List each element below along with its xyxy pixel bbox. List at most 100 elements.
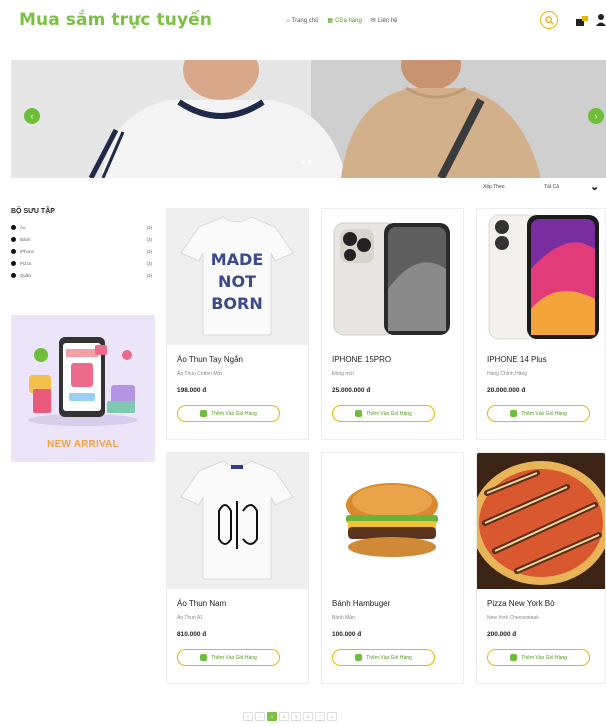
add-to-cart-label: Thêm Vào Giỏ Hàng [366,654,412,661]
category-name: Quần [20,272,32,278]
cart-icon [200,410,208,417]
product-card[interactable]: IPHONE 14 Plus Hàng Chính Hãng 20.000.00… [476,208,606,440]
nav-item-store[interactable]: ▦ Cửa hàng [327,17,362,25]
product-image [322,453,463,589]
add-to-cart-button[interactable]: Thêm Vào Giỏ Hàng [332,649,435,666]
category-name: Áo [20,225,26,231]
pizza-image [477,453,605,589]
product-card[interactable]: MADE NOT BORN Áo Thun Tay Ngắn Áo Thun C… [166,208,309,440]
add-to-cart-button[interactable]: Thêm Vào Giỏ Hàng [177,649,280,666]
product-name[interactable]: Áo Thun Nam [177,599,226,608]
product-desc: New York Cheesesteak [487,615,539,621]
nav-label: Liên hệ [377,17,398,24]
add-to-cart-label: Thêm Vào Giỏ Hàng [366,410,412,417]
category-list: Áo (3) Bánh (3) iPhone (3) Pizza (3) Quầ… [11,222,152,281]
category-count: (3) [146,248,153,254]
add-to-cart-label: Thêm Vào Giỏ Hàng [521,654,567,661]
iphone-image [322,209,463,345]
product-image: MADE NOT BORN [167,209,308,345]
cart-button[interactable] [575,14,589,26]
product-name[interactable]: Pizza New York Bò [487,599,555,608]
tshirt-print-line: BORN [211,294,263,313]
banner-dot[interactable] [301,160,305,164]
bullet-icon [11,225,16,231]
store-icon: ▦ [327,18,334,24]
pagination-page[interactable]: 2 [279,712,289,721]
product-name[interactable]: Bánh Hambuger [332,599,390,608]
product-price: 25.000.000 đ [332,387,371,394]
pagination-prev[interactable]: ‹ [255,712,265,721]
add-to-cart-button[interactable]: Thêm Vào Giỏ Hàng [332,405,435,422]
user-button[interactable] [596,13,606,27]
cart-icon [355,654,363,661]
nav-label: Trang chủ [291,17,319,24]
product-card[interactable]: Áo Thun Nam Áo Thun A1 810.000 đ Thêm Và… [166,452,309,684]
cart-icon [355,410,363,417]
nav-item-home[interactable]: ⌂ Trang chủ [286,17,318,24]
category-count: (3) [146,237,153,243]
category-item[interactable]: Bánh (3) [11,234,152,246]
banner-prev-button[interactable]: ‹ [24,108,40,124]
iphone-image [477,209,605,345]
cart-icon [510,410,518,417]
sort-label: Xếp Theo [483,184,505,190]
category-item[interactable]: Quần (3) [11,269,152,281]
pagination-next[interactable]: › [315,712,325,721]
category-count: (3) [146,260,153,266]
bullet-icon [11,237,16,243]
header: Mua sắm trực tuyến ⌂ Trang chủ ▦ Cửa hàn… [0,0,606,44]
tshirt-image [167,453,308,589]
product-desc: Hàng Chính Hãng [487,371,528,377]
category-count: (3) [146,272,153,278]
category-name: iPhone [20,248,35,254]
add-to-cart-button[interactable]: Thêm Vào Giỏ Hàng [487,405,590,422]
nav-label: Cửa hàng [335,17,362,24]
category-name: Pizza [20,260,32,266]
product-image [167,453,308,589]
pagination-page[interactable]: 3 [291,712,301,721]
add-to-cart-label: Thêm Vào Giỏ Hàng [211,410,257,417]
product-image [477,209,605,345]
banner-dot[interactable] [308,160,312,164]
nav-item-contact[interactable]: ✉ Liên hệ [370,17,398,25]
product-price: 810.000 đ [177,631,207,638]
product-card[interactable]: Pizza New York Bò New York Cheesesteak 2… [476,452,606,684]
shopping-phone-illustration [11,315,155,435]
category-item[interactable]: Pizza (3) [11,257,152,269]
product-card[interactable]: Bánh Hambuger Bánh Mặn 100.000 đ Thêm Và… [321,452,464,684]
category-item[interactable]: iPhone (3) [11,246,152,258]
main-nav: ⌂ Trang chủ ▦ Cửa hàng ✉ Liên hệ [286,17,398,25]
pagination-page[interactable]: 1 [267,712,277,721]
category-name: Bánh [20,237,31,243]
home-icon: ⌂ [286,17,290,24]
product-desc: Đồng mới [332,371,354,377]
product-desc: Bánh Mặn [332,615,355,621]
product-price: 20.000.000 đ [487,387,526,394]
pagination: « ‹ 1 2 3 4 › » [243,712,337,721]
user-icon [596,14,606,26]
search-button[interactable] [540,11,558,29]
pagination-first[interactable]: « [243,712,253,721]
tshirt-image: MADE NOT BORN [167,209,308,345]
category-item[interactable]: Áo (3) [11,222,152,234]
pagination-page[interactable]: 4 [303,712,313,721]
banner-next-button[interactable]: › [588,108,604,124]
add-to-cart-button[interactable]: Thêm Vào Giỏ Hàng [177,405,280,422]
pagination-last[interactable]: » [327,712,337,721]
product-name[interactable]: IPHONE 14 Plus [487,355,547,364]
hero-banner: ‹ › [11,60,606,178]
product-price: 100.000 đ [332,631,362,638]
product-card[interactable]: IPHONE 15PRO Đồng mới 25.000.000 đ Thêm … [321,208,464,440]
sort-dropdown[interactable]: Xếp Theo Tất Cả ⌄ [470,180,606,196]
mail-icon: ✉ [370,18,376,24]
cart-icon [576,16,588,26]
add-to-cart-button[interactable]: Thêm Vào Giỏ Hàng [487,649,590,666]
product-name[interactable]: IPHONE 15PRO [332,355,391,364]
bullet-icon [11,248,16,254]
promo-banner[interactable]: NEW ARRIVAL [11,315,155,462]
promo-text: NEW ARRIVAL [47,439,119,450]
brand-logo[interactable]: Mua sắm trực tuyến [19,10,212,30]
product-price: 200.000 đ [487,631,517,638]
product-name[interactable]: Áo Thun Tay Ngắn [177,355,243,364]
product-desc: Áo Thun A1 [177,615,204,621]
